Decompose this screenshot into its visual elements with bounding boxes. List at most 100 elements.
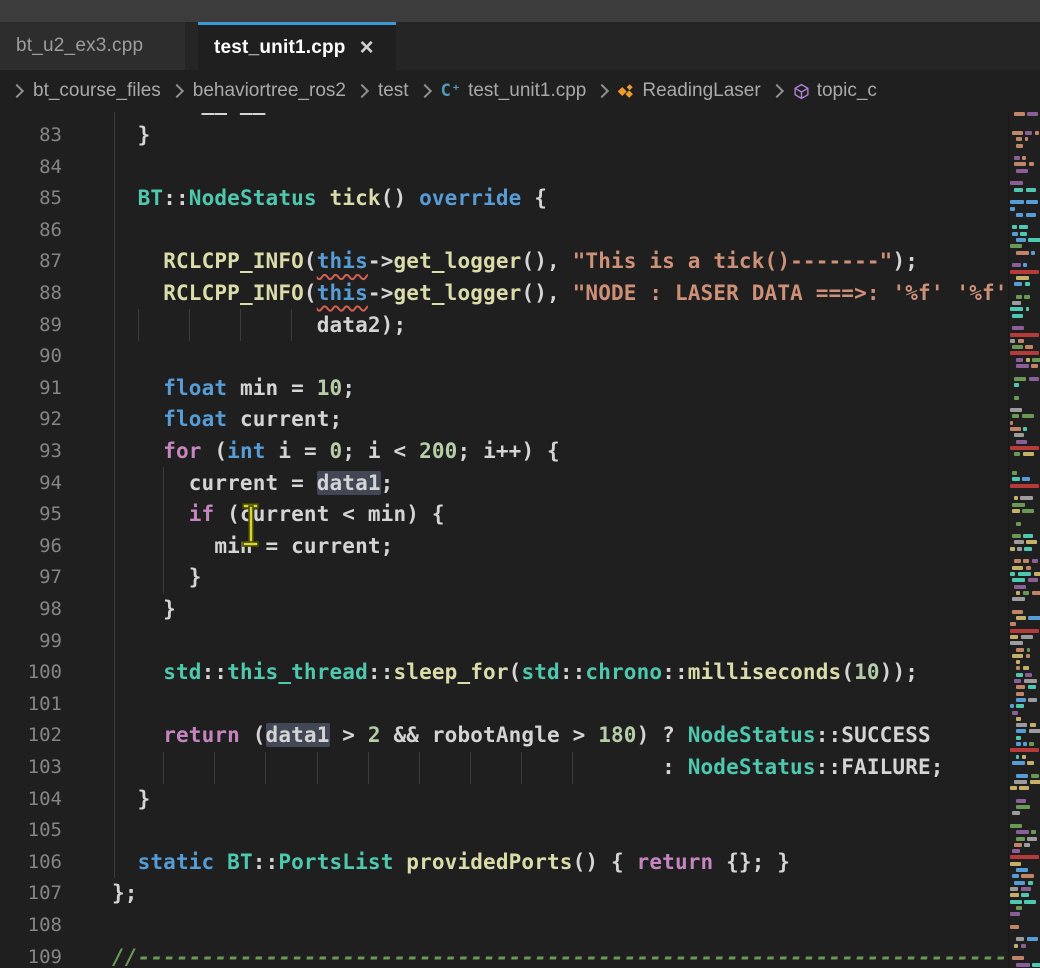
code-token: chrono bbox=[585, 660, 662, 684]
code-line-92[interactable]: float current; bbox=[112, 404, 342, 436]
code-token: std bbox=[521, 660, 559, 684]
line-number-87[interactable]: 87 bbox=[0, 246, 62, 278]
line-number-103[interactable]: 103 bbox=[0, 752, 62, 784]
code-token: > bbox=[330, 723, 368, 747]
code-token: )); bbox=[880, 660, 918, 684]
minimap-line bbox=[1010, 824, 1022, 828]
code-line-106[interactable]: static BT::PortsList providedPorts() { r… bbox=[112, 847, 790, 879]
code-token: milliseconds bbox=[688, 660, 842, 684]
line-number-84[interactable]: 84 bbox=[0, 152, 62, 184]
line-number-94[interactable]: 94 bbox=[0, 468, 62, 500]
minimap-line bbox=[1016, 774, 1028, 778]
code-line-96[interactable]: min = current; bbox=[112, 531, 393, 563]
minimap-line bbox=[1028, 616, 1040, 620]
line-number-100[interactable]: 100 bbox=[0, 657, 62, 689]
line-number-92[interactable]: 92 bbox=[0, 404, 62, 436]
minimap-line bbox=[1019, 225, 1028, 229]
code-area[interactable]: __ __83 }8485 BT::NodeStatus tick() over… bbox=[0, 112, 1006, 968]
code-line-83[interactable]: } bbox=[112, 120, 150, 152]
code-token: () bbox=[381, 186, 419, 210]
code-token: ; i < bbox=[342, 439, 419, 463]
code-line-104[interactable]: } bbox=[112, 784, 150, 816]
code-token: //--------------------------------------… bbox=[112, 945, 1006, 968]
breadcrumb-item-behaviortree_ros2[interactable]: behaviortree_ros2 bbox=[193, 80, 346, 102]
code-token: current; bbox=[227, 407, 342, 431]
minimap-line bbox=[1014, 282, 1022, 286]
minimap-line bbox=[1010, 270, 1039, 274]
code-line-100[interactable]: std::this_thread::sleep_for(std::chrono:… bbox=[112, 657, 918, 689]
minimap-line bbox=[1010, 333, 1039, 337]
code-line-88[interactable]: RCLCPP_INFO(this->get_logger(), "NODE : … bbox=[112, 278, 1006, 310]
minimap-line bbox=[1032, 963, 1040, 967]
code-line-98[interactable]: } bbox=[112, 594, 176, 626]
code-line-109[interactable]: //--------------------------------------… bbox=[112, 942, 1006, 968]
code-token: } bbox=[112, 123, 150, 147]
line-number-91[interactable]: 91 bbox=[0, 373, 62, 405]
tab-test-unit1-cpp[interactable]: test_unit1.cpp × bbox=[198, 22, 396, 70]
minimap-line bbox=[1026, 540, 1037, 544]
code-line-107[interactable]: }; bbox=[112, 878, 138, 910]
code-token: __ __ bbox=[112, 112, 266, 115]
line-number-85[interactable]: 85 bbox=[0, 183, 62, 215]
minimap-line bbox=[1028, 698, 1037, 702]
line-number-86[interactable]: 86 bbox=[0, 215, 62, 247]
code-line-87[interactable]: RCLCPP_INFO(this->get_logger(), "This is… bbox=[112, 246, 918, 278]
breadcrumb-item-topic_c[interactable]: topic_c bbox=[793, 80, 877, 102]
minimap-line bbox=[1023, 263, 1027, 267]
code-line-93[interactable]: for (int i = 0; i < 200; i++) { bbox=[112, 436, 560, 468]
line-number-89[interactable]: 89 bbox=[0, 310, 62, 342]
code-line-91[interactable]: float min = 10; bbox=[112, 373, 355, 405]
minimap-line bbox=[1010, 181, 1023, 185]
line-number-104[interactable]: 104 bbox=[0, 784, 62, 816]
code-token: static bbox=[138, 850, 215, 874]
line-number-88[interactable]: 88 bbox=[0, 278, 62, 310]
breadcrumb-item-test[interactable]: test bbox=[378, 80, 409, 102]
minimap-line bbox=[1027, 837, 1036, 841]
minimap-line bbox=[1012, 326, 1024, 330]
minimap[interactable] bbox=[1008, 112, 1040, 968]
line-number-107[interactable]: 107 bbox=[0, 878, 62, 910]
minimap-line bbox=[1022, 414, 1034, 418]
code-line-102[interactable]: return (data1 > 2 && robotAngle > 180) ?… bbox=[112, 720, 931, 752]
line-number-109[interactable]: 109 bbox=[0, 942, 62, 968]
minimap-line bbox=[1020, 232, 1027, 236]
code-token: current = bbox=[112, 471, 317, 495]
code-line-95[interactable]: if (current < min) { bbox=[112, 499, 445, 531]
minimap-line bbox=[1028, 578, 1038, 582]
breadcrumb-item-ReadingLaser[interactable]: ReadingLaser bbox=[618, 80, 760, 102]
line-number-102[interactable]: 102 bbox=[0, 720, 62, 752]
window-titlebar bbox=[0, 0, 1040, 22]
code-token: }; bbox=[112, 881, 138, 905]
code-line-94[interactable]: current = data1; bbox=[112, 468, 393, 500]
line-number-95[interactable]: 95 bbox=[0, 499, 62, 531]
minimap-line bbox=[1031, 774, 1039, 778]
minimap-line bbox=[1032, 591, 1040, 595]
code-line-82[interactable]: __ __ bbox=[112, 112, 266, 120]
code-token: ( bbox=[202, 439, 228, 463]
tab-bt-u2-ex3-cpp[interactable]: bt_u2_ex3.cpp bbox=[0, 22, 185, 70]
minimap-line bbox=[1012, 811, 1020, 815]
code-token: BT bbox=[138, 186, 164, 210]
line-number-105[interactable]: 105 bbox=[0, 815, 62, 847]
code-line-103[interactable]: : NodeStatus::FAILURE; bbox=[112, 752, 944, 784]
code-line-85[interactable]: BT::NodeStatus tick() override { bbox=[112, 183, 547, 215]
code-line-97[interactable]: } bbox=[112, 562, 202, 594]
breadcrumb-item-test_unit1.cpp[interactable]: C⁺test_unit1.cpp bbox=[441, 80, 587, 102]
minimap-line bbox=[1016, 673, 1023, 677]
minimap-line bbox=[1016, 522, 1021, 526]
line-number-93[interactable]: 93 bbox=[0, 436, 62, 468]
minimap-line bbox=[1014, 679, 1021, 683]
code-editor[interactable]: __ __83 }8485 BT::NodeStatus tick() over… bbox=[0, 112, 1040, 968]
line-number-108[interactable]: 108 bbox=[0, 910, 62, 942]
line-number-99[interactable]: 99 bbox=[0, 626, 62, 658]
line-number-90[interactable]: 90 bbox=[0, 341, 62, 373]
line-number-106[interactable]: 106 bbox=[0, 847, 62, 879]
line-number-83[interactable]: 83 bbox=[0, 120, 62, 152]
line-number-98[interactable]: 98 bbox=[0, 594, 62, 626]
line-number-96[interactable]: 96 bbox=[0, 531, 62, 563]
code-line-89[interactable]: data2); bbox=[112, 310, 406, 342]
line-number-101[interactable]: 101 bbox=[0, 689, 62, 721]
line-number-97[interactable]: 97 bbox=[0, 562, 62, 594]
tab-close-icon[interactable]: × bbox=[360, 38, 374, 58]
breadcrumb-item-bt_course_files[interactable]: bt_course_files bbox=[33, 80, 161, 102]
